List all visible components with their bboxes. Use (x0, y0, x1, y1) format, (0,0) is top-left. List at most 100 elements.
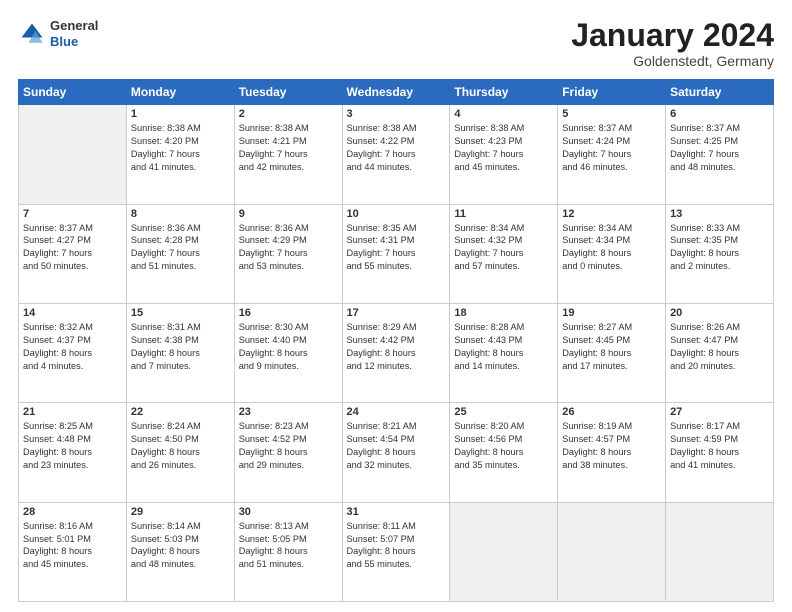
header: General Blue January 2024 Goldenstedt, G… (18, 18, 774, 69)
day-number: 10 (347, 208, 446, 220)
day-number: 14 (23, 307, 122, 319)
calendar-cell: 14Sunrise: 8:32 AMSunset: 4:37 PMDayligh… (19, 303, 127, 402)
cell-content: Sunrise: 8:36 AMSunset: 4:28 PMDaylight:… (131, 222, 230, 274)
day-number: 9 (239, 208, 338, 220)
cell-content: Sunrise: 8:13 AMSunset: 5:05 PMDaylight:… (239, 520, 338, 572)
cell-content: Sunrise: 8:34 AMSunset: 4:32 PMDaylight:… (454, 222, 553, 274)
calendar-cell: 3 Sunrise: 8:38 AMSunset: 4:22 PMDaylight… (342, 105, 450, 204)
cell-content: Sunrise: 8:25 AMSunset: 4:48 PMDaylight:… (23, 420, 122, 472)
day-number: 12 (562, 208, 661, 220)
location-subtitle: Goldenstedt, Germany (571, 53, 774, 69)
cell-content: Sunrise: 8:38 AMSunset: 4:20 PMDaylight:… (131, 122, 230, 174)
calendar-cell (558, 502, 666, 601)
cell-content: Sunrise: 8:36 AMSunset: 4:29 PMDaylight:… (239, 222, 338, 274)
calendar-cell: 22 Sunrise: 8:24 AMSunset: 4:50 PMDayligh… (126, 403, 234, 502)
day-number: 7 (23, 208, 122, 220)
calendar-week-2: 7 Sunrise: 8:37 AMSunset: 4:27 PMDaylight… (19, 204, 774, 303)
calendar-cell: 12Sunrise: 8:34 AMSunset: 4:34 PMDayligh… (558, 204, 666, 303)
calendar-cell: 5 Sunrise: 8:37 AMSunset: 4:24 PMDaylight… (558, 105, 666, 204)
calendar-cell: 15 Sunrise: 8:31 AMSunset: 4:38 PMDayligh… (126, 303, 234, 402)
calendar-cell: 30 Sunrise: 8:13 AMSunset: 5:05 PMDayligh… (234, 502, 342, 601)
cell-content: Sunrise: 8:19 AMSunset: 4:57 PMDaylight:… (562, 420, 661, 472)
day-number: 19 (562, 307, 661, 319)
calendar-cell: 1 Sunrise: 8:38 AMSunset: 4:20 PMDaylight… (126, 105, 234, 204)
cell-content: Sunrise: 8:23 AMSunset: 4:52 PMDaylight:… (239, 420, 338, 472)
day-number: 15 (131, 307, 230, 319)
cell-content: Sunrise: 8:37 AMSunset: 4:25 PMDaylight:… (670, 122, 769, 174)
calendar-cell: 7 Sunrise: 8:37 AMSunset: 4:27 PMDaylight… (19, 204, 127, 303)
calendar-cell (666, 502, 774, 601)
day-number: 1 (131, 108, 230, 120)
cell-content: Sunrise: 8:11 AMSunset: 5:07 PMDaylight:… (347, 520, 446, 572)
calendar-cell: 21 Sunrise: 8:25 AMSunset: 4:48 PMDayligh… (19, 403, 127, 502)
calendar-cell: 9 Sunrise: 8:36 AMSunset: 4:29 PMDaylight… (234, 204, 342, 303)
calendar-week-1: 1 Sunrise: 8:38 AMSunset: 4:20 PMDaylight… (19, 105, 774, 204)
cell-content: Sunrise: 8:16 AMSunset: 5:01 PMDaylight:… (23, 520, 122, 572)
cell-content: Sunrise: 8:29 AMSunset: 4:42 PMDaylight:… (347, 321, 446, 373)
calendar-cell: 29 Sunrise: 8:14 AMSunset: 5:03 PMDayligh… (126, 502, 234, 601)
day-number: 24 (347, 406, 446, 418)
calendar-cell: 26Sunrise: 8:19 AMSunset: 4:57 PMDayligh… (558, 403, 666, 502)
cell-content: Sunrise: 8:33 AMSunset: 4:35 PMDaylight:… (670, 222, 769, 274)
calendar-cell (19, 105, 127, 204)
cell-content: Sunrise: 8:38 AMSunset: 4:23 PMDaylight:… (454, 122, 553, 174)
day-number: 5 (562, 108, 661, 120)
col-header-wednesday: Wednesday (342, 80, 450, 105)
calendar-cell: 23 Sunrise: 8:23 AMSunset: 4:52 PMDayligh… (234, 403, 342, 502)
calendar-cell: 2 Sunrise: 8:38 AMSunset: 4:21 PMDaylight… (234, 105, 342, 204)
logo-general: General (50, 18, 98, 34)
cell-content: Sunrise: 8:30 AMSunset: 4:40 PMDaylight:… (239, 321, 338, 373)
cell-content: Sunrise: 8:17 AMSunset: 4:59 PMDaylight:… (670, 420, 769, 472)
day-number: 23 (239, 406, 338, 418)
cell-content: Sunrise: 8:20 AMSunset: 4:56 PMDaylight:… (454, 420, 553, 472)
col-header-saturday: Saturday (666, 80, 774, 105)
day-number: 16 (239, 307, 338, 319)
day-number: 18 (454, 307, 553, 319)
cell-content: Sunrise: 8:37 AMSunset: 4:27 PMDaylight:… (23, 222, 122, 274)
calendar-cell: 27Sunrise: 8:17 AMSunset: 4:59 PMDayligh… (666, 403, 774, 502)
page: General Blue January 2024 Goldenstedt, G… (0, 0, 792, 612)
calendar-cell: 10 Sunrise: 8:35 AMSunset: 4:31 PMDayligh… (342, 204, 450, 303)
day-number: 21 (23, 406, 122, 418)
day-number: 11 (454, 208, 553, 220)
cell-content: Sunrise: 8:37 AMSunset: 4:24 PMDaylight:… (562, 122, 661, 174)
cell-content: Sunrise: 8:38 AMSunset: 4:22 PMDaylight:… (347, 122, 446, 174)
calendar-cell: 6 Sunrise: 8:37 AMSunset: 4:25 PMDaylight… (666, 105, 774, 204)
calendar-week-3: 14Sunrise: 8:32 AMSunset: 4:37 PMDayligh… (19, 303, 774, 402)
col-header-sunday: Sunday (19, 80, 127, 105)
calendar-cell (450, 502, 558, 601)
calendar-cell: 19 Sunrise: 8:27 AMSunset: 4:45 PMDayligh… (558, 303, 666, 402)
day-number: 6 (670, 108, 769, 120)
col-header-monday: Monday (126, 80, 234, 105)
logo-blue: Blue (50, 34, 98, 50)
calendar-header-row: SundayMondayTuesdayWednesdayThursdayFrid… (19, 80, 774, 105)
cell-content: Sunrise: 8:31 AMSunset: 4:38 PMDaylight:… (131, 321, 230, 373)
cell-content: Sunrise: 8:38 AMSunset: 4:21 PMDaylight:… (239, 122, 338, 174)
day-number: 28 (23, 506, 122, 518)
cell-content: Sunrise: 8:27 AMSunset: 4:45 PMDaylight:… (562, 321, 661, 373)
day-number: 30 (239, 506, 338, 518)
calendar-cell: 31Sunrise: 8:11 AMSunset: 5:07 PMDayligh… (342, 502, 450, 601)
calendar-cell: 24 Sunrise: 8:21 AMSunset: 4:54 PMDayligh… (342, 403, 450, 502)
day-number: 29 (131, 506, 230, 518)
logo-text: General Blue (50, 18, 98, 49)
col-header-thursday: Thursday (450, 80, 558, 105)
cell-content: Sunrise: 8:35 AMSunset: 4:31 PMDaylight:… (347, 222, 446, 274)
title-block: January 2024 Goldenstedt, Germany (571, 18, 774, 69)
day-number: 17 (347, 307, 446, 319)
calendar-cell: 13Sunrise: 8:33 AMSunset: 4:35 PMDayligh… (666, 204, 774, 303)
logo-icon (18, 20, 46, 48)
col-header-friday: Friday (558, 80, 666, 105)
day-number: 20 (670, 307, 769, 319)
cell-content: Sunrise: 8:21 AMSunset: 4:54 PMDaylight:… (347, 420, 446, 472)
day-number: 2 (239, 108, 338, 120)
day-number: 3 (347, 108, 446, 120)
month-title: January 2024 (571, 18, 774, 53)
logo: General Blue (18, 18, 98, 49)
calendar-cell: 4Sunrise: 8:38 AMSunset: 4:23 PMDaylight… (450, 105, 558, 204)
cell-content: Sunrise: 8:14 AMSunset: 5:03 PMDaylight:… (131, 520, 230, 572)
day-number: 22 (131, 406, 230, 418)
cell-content: Sunrise: 8:28 AMSunset: 4:43 PMDaylight:… (454, 321, 553, 373)
calendar-cell: 20Sunrise: 8:26 AMSunset: 4:47 PMDayligh… (666, 303, 774, 402)
cell-content: Sunrise: 8:24 AMSunset: 4:50 PMDaylight:… (131, 420, 230, 472)
